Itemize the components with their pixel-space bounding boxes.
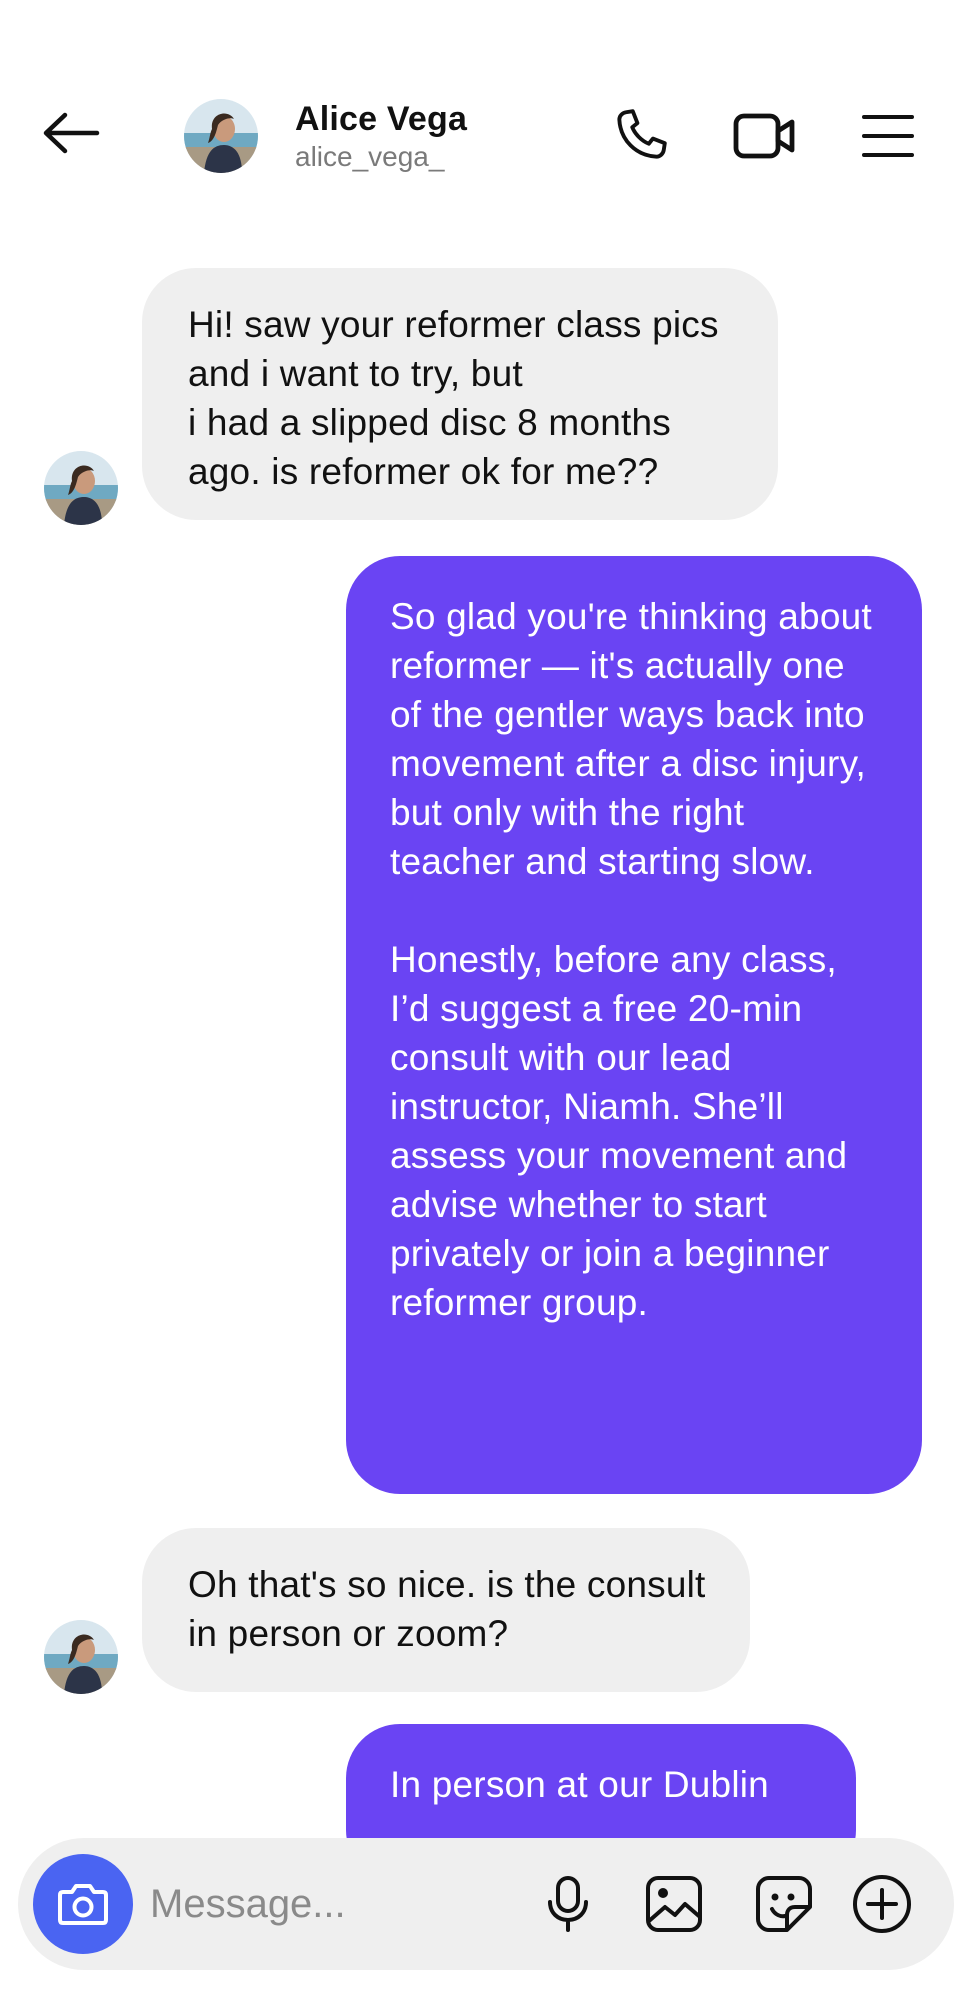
contact-handle: alice_vega_	[295, 141, 445, 172]
avatar[interactable]	[184, 99, 258, 173]
voice-message-button[interactable]	[532, 1868, 604, 1940]
back-button[interactable]	[38, 105, 104, 161]
avatar[interactable]	[44, 1620, 118, 1694]
audio-call-button[interactable]	[604, 100, 676, 172]
phone-icon	[617, 109, 667, 159]
conversation-menu-button[interactable]	[852, 100, 924, 172]
image-icon	[646, 1876, 702, 1932]
contact-name[interactable]: Alice Vega	[295, 100, 467, 139]
message-bubble-incoming[interactable]: Oh that's so nice. is the consult in per…	[142, 1528, 750, 1692]
message-thread[interactable]: Hi! saw your reformer class pics and i w…	[0, 230, 972, 1840]
more-options-button[interactable]	[846, 1868, 918, 1940]
video-camera-icon	[733, 113, 795, 159]
sticker-button[interactable]	[748, 1868, 820, 1940]
message-bubble-incoming[interactable]: Hi! saw your reformer class pics and i w…	[142, 268, 778, 520]
message-input[interactable]	[150, 1868, 530, 1940]
chat-header: Alice Vega alice_vega_	[0, 0, 972, 230]
message-bubble-outgoing[interactable]: In person at our Dublin	[346, 1724, 856, 1840]
sticker-icon	[756, 1876, 812, 1932]
camera-icon	[58, 1884, 108, 1925]
menu-icon	[862, 115, 914, 157]
gallery-button[interactable]	[638, 1868, 710, 1940]
message-bubble-outgoing[interactable]: So glad you're thinking about reformer —…	[346, 556, 922, 1494]
microphone-icon	[548, 1876, 588, 1932]
camera-button[interactable]	[33, 1854, 133, 1954]
message-composer	[18, 1838, 954, 1970]
video-call-button[interactable]	[728, 100, 800, 172]
avatar[interactable]	[44, 451, 118, 525]
plus-circle-icon	[853, 1875, 911, 1933]
arrow-left-icon	[43, 112, 100, 154]
